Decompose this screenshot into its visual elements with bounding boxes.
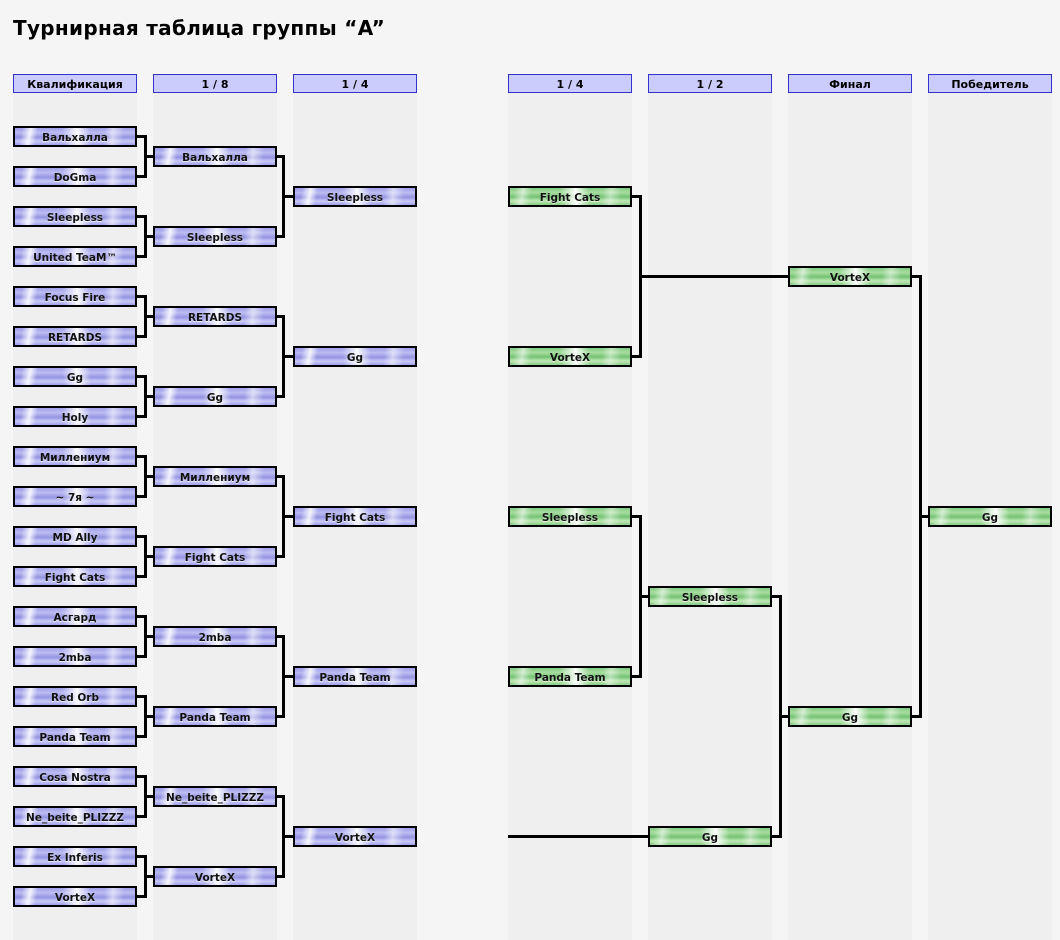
- team-plate[interactable]: Panda Team: [508, 666, 632, 687]
- team-plate[interactable]: Gg: [648, 826, 772, 847]
- team-plate[interactable]: Ne_beite_PLIZZZ: [13, 806, 137, 827]
- round-header-quarter-right[interactable]: 1 / 4: [508, 74, 632, 93]
- team-plate[interactable]: Red Orb: [13, 686, 137, 707]
- team-plate[interactable]: Ex Inferis: [13, 846, 137, 867]
- team-plate[interactable]: VorteX: [788, 266, 912, 287]
- team-plate[interactable]: RETARDS: [153, 306, 277, 327]
- team-plate[interactable]: United TeaM™: [13, 246, 137, 267]
- team-plate[interactable]: Holy: [13, 406, 137, 427]
- team-plate[interactable]: VorteX: [13, 886, 137, 907]
- team-plate[interactable]: 2mba: [13, 646, 137, 667]
- team-plate[interactable]: Sleepless: [13, 206, 137, 227]
- team-plate[interactable]: Panda Team: [13, 726, 137, 747]
- team-plate[interactable]: Fight Cats: [508, 186, 632, 207]
- team-plate[interactable]: Cosa Nostra: [13, 766, 137, 787]
- page-title: Турнирная таблица группы “A”: [13, 16, 386, 40]
- team-plate[interactable]: Focus Fire: [13, 286, 137, 307]
- team-plate[interactable]: Fight Cats: [293, 506, 417, 527]
- column-strip-final: [788, 74, 912, 940]
- team-plate-champion[interactable]: Gg: [928, 506, 1052, 527]
- team-plate[interactable]: Panda Team: [293, 666, 417, 687]
- team-plate[interactable]: Panda Team: [153, 706, 277, 727]
- round-header-final[interactable]: Финал: [788, 74, 912, 93]
- team-plate[interactable]: Gg: [13, 366, 137, 387]
- round-header-qualification[interactable]: Квалификация: [13, 74, 137, 93]
- team-plate[interactable]: Fight Cats: [153, 546, 277, 567]
- team-plate[interactable]: ~ 7я ~: [13, 486, 137, 507]
- round-header-semifinal[interactable]: 1 / 2: [648, 74, 772, 93]
- team-plate[interactable]: VorteX: [508, 346, 632, 367]
- team-plate[interactable]: 2mba: [153, 626, 277, 647]
- connector: [639, 275, 789, 278]
- round-header-winner[interactable]: Победитель: [928, 74, 1052, 93]
- team-plate[interactable]: Вальхалла: [153, 146, 277, 167]
- team-plate[interactable]: Вальхалла: [13, 126, 137, 147]
- team-plate[interactable]: Sleepless: [648, 586, 772, 607]
- team-plate[interactable]: Sleepless: [293, 186, 417, 207]
- connector: [508, 835, 650, 838]
- team-plate[interactable]: Gg: [153, 386, 277, 407]
- column-strip-semifinal: [648, 74, 772, 940]
- connector: [919, 275, 922, 718]
- team-plate[interactable]: Gg: [293, 346, 417, 367]
- team-plate[interactable]: Ne_beite_PLIZZZ: [153, 786, 277, 807]
- team-plate[interactable]: DoGma: [13, 166, 137, 187]
- team-plate[interactable]: Миллениум: [153, 466, 277, 487]
- column-strip-round-of-16: [153, 74, 277, 940]
- round-header-quarter-left[interactable]: 1 / 4: [293, 74, 417, 93]
- team-plate[interactable]: RETARDS: [13, 326, 137, 347]
- round-header-round-of-16[interactable]: 1 / 8: [153, 74, 277, 93]
- team-plate[interactable]: Асгард: [13, 606, 137, 627]
- team-plate[interactable]: MD Ally: [13, 526, 137, 547]
- team-plate[interactable]: Sleepless: [153, 226, 277, 247]
- team-plate[interactable]: Fight Cats: [13, 566, 137, 587]
- team-plate[interactable]: Sleepless: [508, 506, 632, 527]
- team-plate[interactable]: Gg: [788, 706, 912, 727]
- team-plate[interactable]: VorteX: [153, 866, 277, 887]
- team-plate[interactable]: VorteX: [293, 826, 417, 847]
- team-plate[interactable]: Миллениум: [13, 446, 137, 467]
